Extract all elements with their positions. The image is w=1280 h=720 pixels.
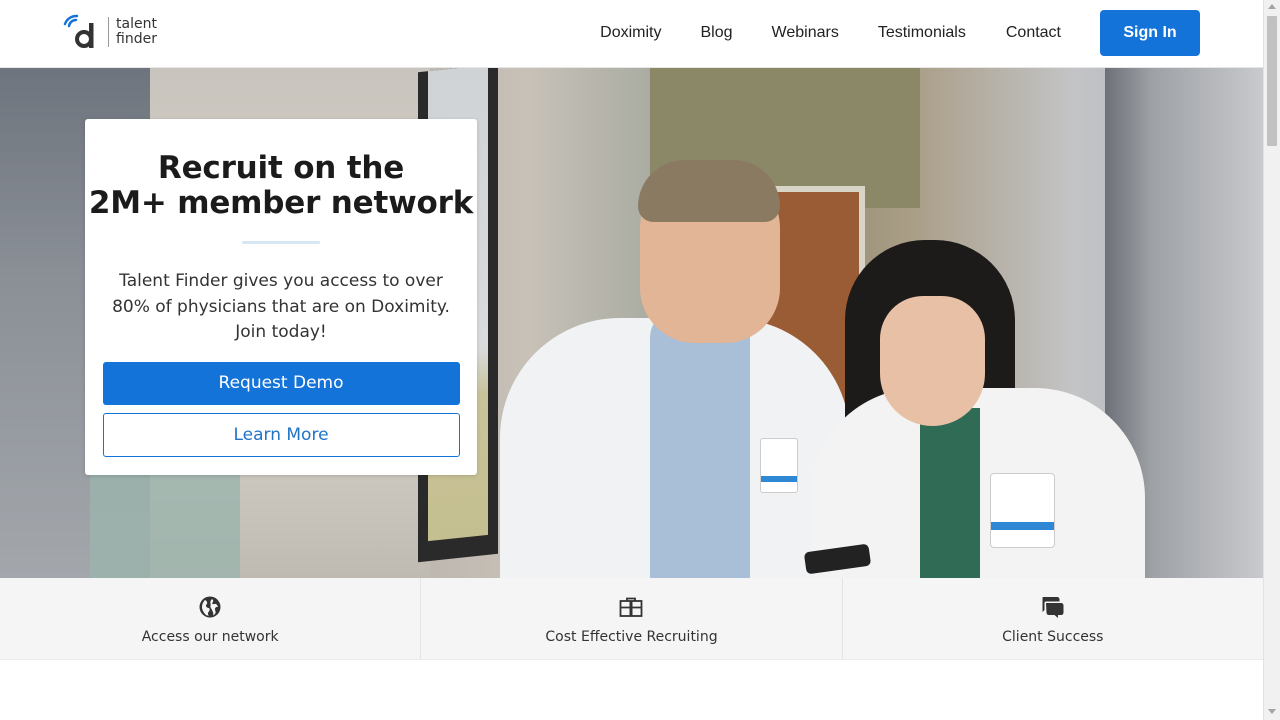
feature-label: Cost Effective Recruiting — [545, 629, 718, 645]
sign-in-button[interactable]: Sign In — [1100, 10, 1200, 56]
nav-contact[interactable]: Contact — [1006, 24, 1061, 42]
doximity-d-icon — [62, 14, 100, 50]
request-demo-button[interactable]: Request Demo — [102, 361, 460, 405]
hero-title-line-2: 2M+ member network — [88, 185, 474, 221]
feature-cost-effective[interactable]: Cost Effective Recruiting — [421, 578, 843, 659]
globe-icon — [198, 595, 222, 619]
nav-webinars[interactable]: Webinars — [772, 24, 839, 42]
feature-label: Client Success — [1002, 629, 1104, 645]
logo-line-2: finder — [116, 31, 157, 47]
learn-more-button[interactable]: Learn More — [102, 412, 460, 457]
nav-testimonials[interactable]: Testimonials — [878, 24, 966, 42]
site-header: talent finder Doximity Blog Webinars Tes… — [0, 0, 1263, 68]
nav-doximity[interactable]: Doximity — [600, 24, 661, 42]
scroll-up-icon[interactable] — [1268, 4, 1276, 9]
main-nav: Doximity Blog Webinars Testimonials Cont… — [600, 10, 1200, 56]
hero-card: Recruit on the 2M+ member network Talent… — [85, 119, 477, 475]
hero-title: Recruit on the 2M+ member network — [85, 151, 477, 221]
scroll-down-icon[interactable] — [1268, 709, 1276, 714]
features-bar: Access our network Cost Effective Recrui… — [0, 578, 1263, 660]
title-divider — [242, 241, 320, 244]
nav-blog[interactable]: Blog — [701, 24, 733, 42]
scroll-thumb[interactable] — [1267, 16, 1277, 146]
hero-title-line-1: Recruit on the — [157, 150, 405, 186]
page-scrollbar[interactable] — [1263, 0, 1280, 720]
logo[interactable]: talent finder — [62, 14, 157, 50]
feature-label: Access our network — [141, 629, 279, 645]
feature-client-success[interactable]: Client Success — [843, 578, 1263, 659]
briefcase-icon — [619, 595, 643, 619]
logo-text: talent finder — [108, 17, 157, 47]
logo-line-1: talent — [116, 16, 157, 32]
feature-access-network[interactable]: Access our network — [0, 578, 422, 659]
hero-description: Talent Finder gives you access to over 8… — [112, 271, 450, 342]
chat-bubbles-icon — [1041, 595, 1065, 619]
